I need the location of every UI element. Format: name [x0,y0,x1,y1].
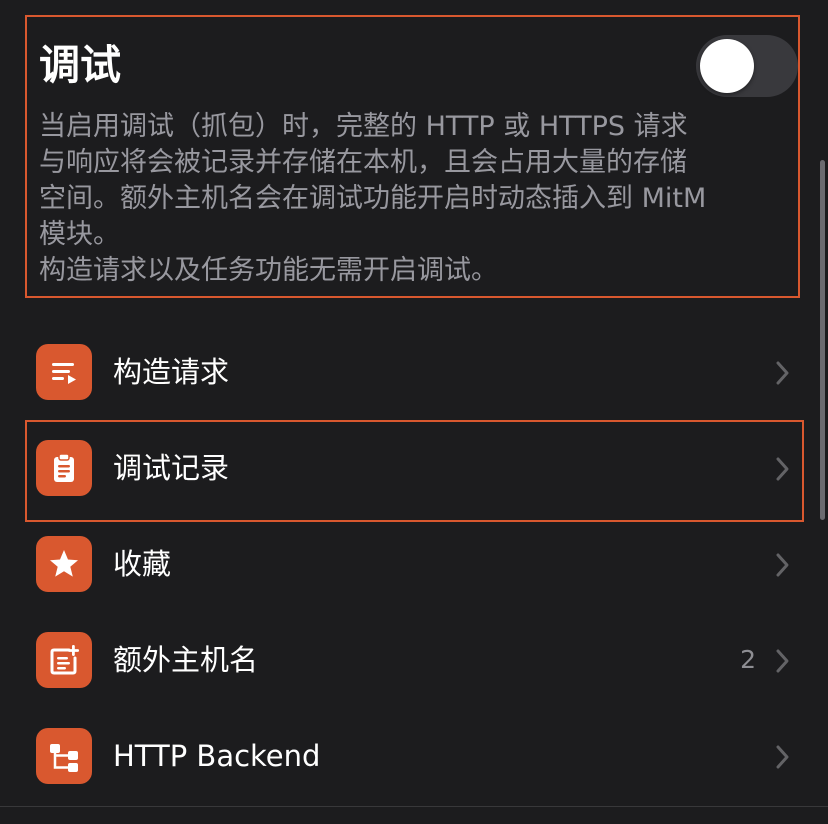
note-add-icon [36,632,92,688]
scrollbar[interactable] [820,160,825,520]
menu-label: 构造请求 [113,355,230,389]
chevron-right-icon [776,457,789,481]
star-icon [36,536,92,592]
toggle-knob [700,39,754,93]
chevron-right-icon [776,745,789,769]
menu-item-debug-records[interactable]: 调试记录 [0,420,828,522]
count-badge: 2 [740,645,756,674]
menu-label: 额外主机名 [113,643,259,677]
menu-list: 构造请求 调试记录 收藏 额外主机名 2 HTTP Backend [0,324,828,804]
menu-item-extra-hostnames[interactable]: 额外主机名 2 [0,612,828,708]
list-play-icon [36,344,92,400]
tree-icon [36,728,92,784]
debug-title: 调试 [39,41,121,89]
menu-label: 调试记录 [113,451,230,485]
chevron-right-icon [776,553,789,577]
menu-label: HTTP Backend [113,739,321,773]
divider [0,806,828,807]
menu-item-http-backend[interactable]: HTTP Backend [0,708,828,804]
chevron-right-icon [776,649,789,673]
menu-item-favorites[interactable]: 收藏 [0,516,828,612]
menu-label: 收藏 [113,547,172,581]
debug-section: 调试 当启用调试（抓包）时，完整的 HTTP 或 HTTPS 请求 与响应将会被… [25,15,800,298]
menu-item-compose-request[interactable]: 构造请求 [0,324,828,420]
debug-toggle[interactable] [696,35,798,97]
clipboard-icon [36,440,92,496]
debug-description: 当启用调试（抓包）时，完整的 HTTP 或 HTTPS 请求 与响应将会被记录并… [39,111,707,286]
chevron-right-icon [776,361,789,385]
